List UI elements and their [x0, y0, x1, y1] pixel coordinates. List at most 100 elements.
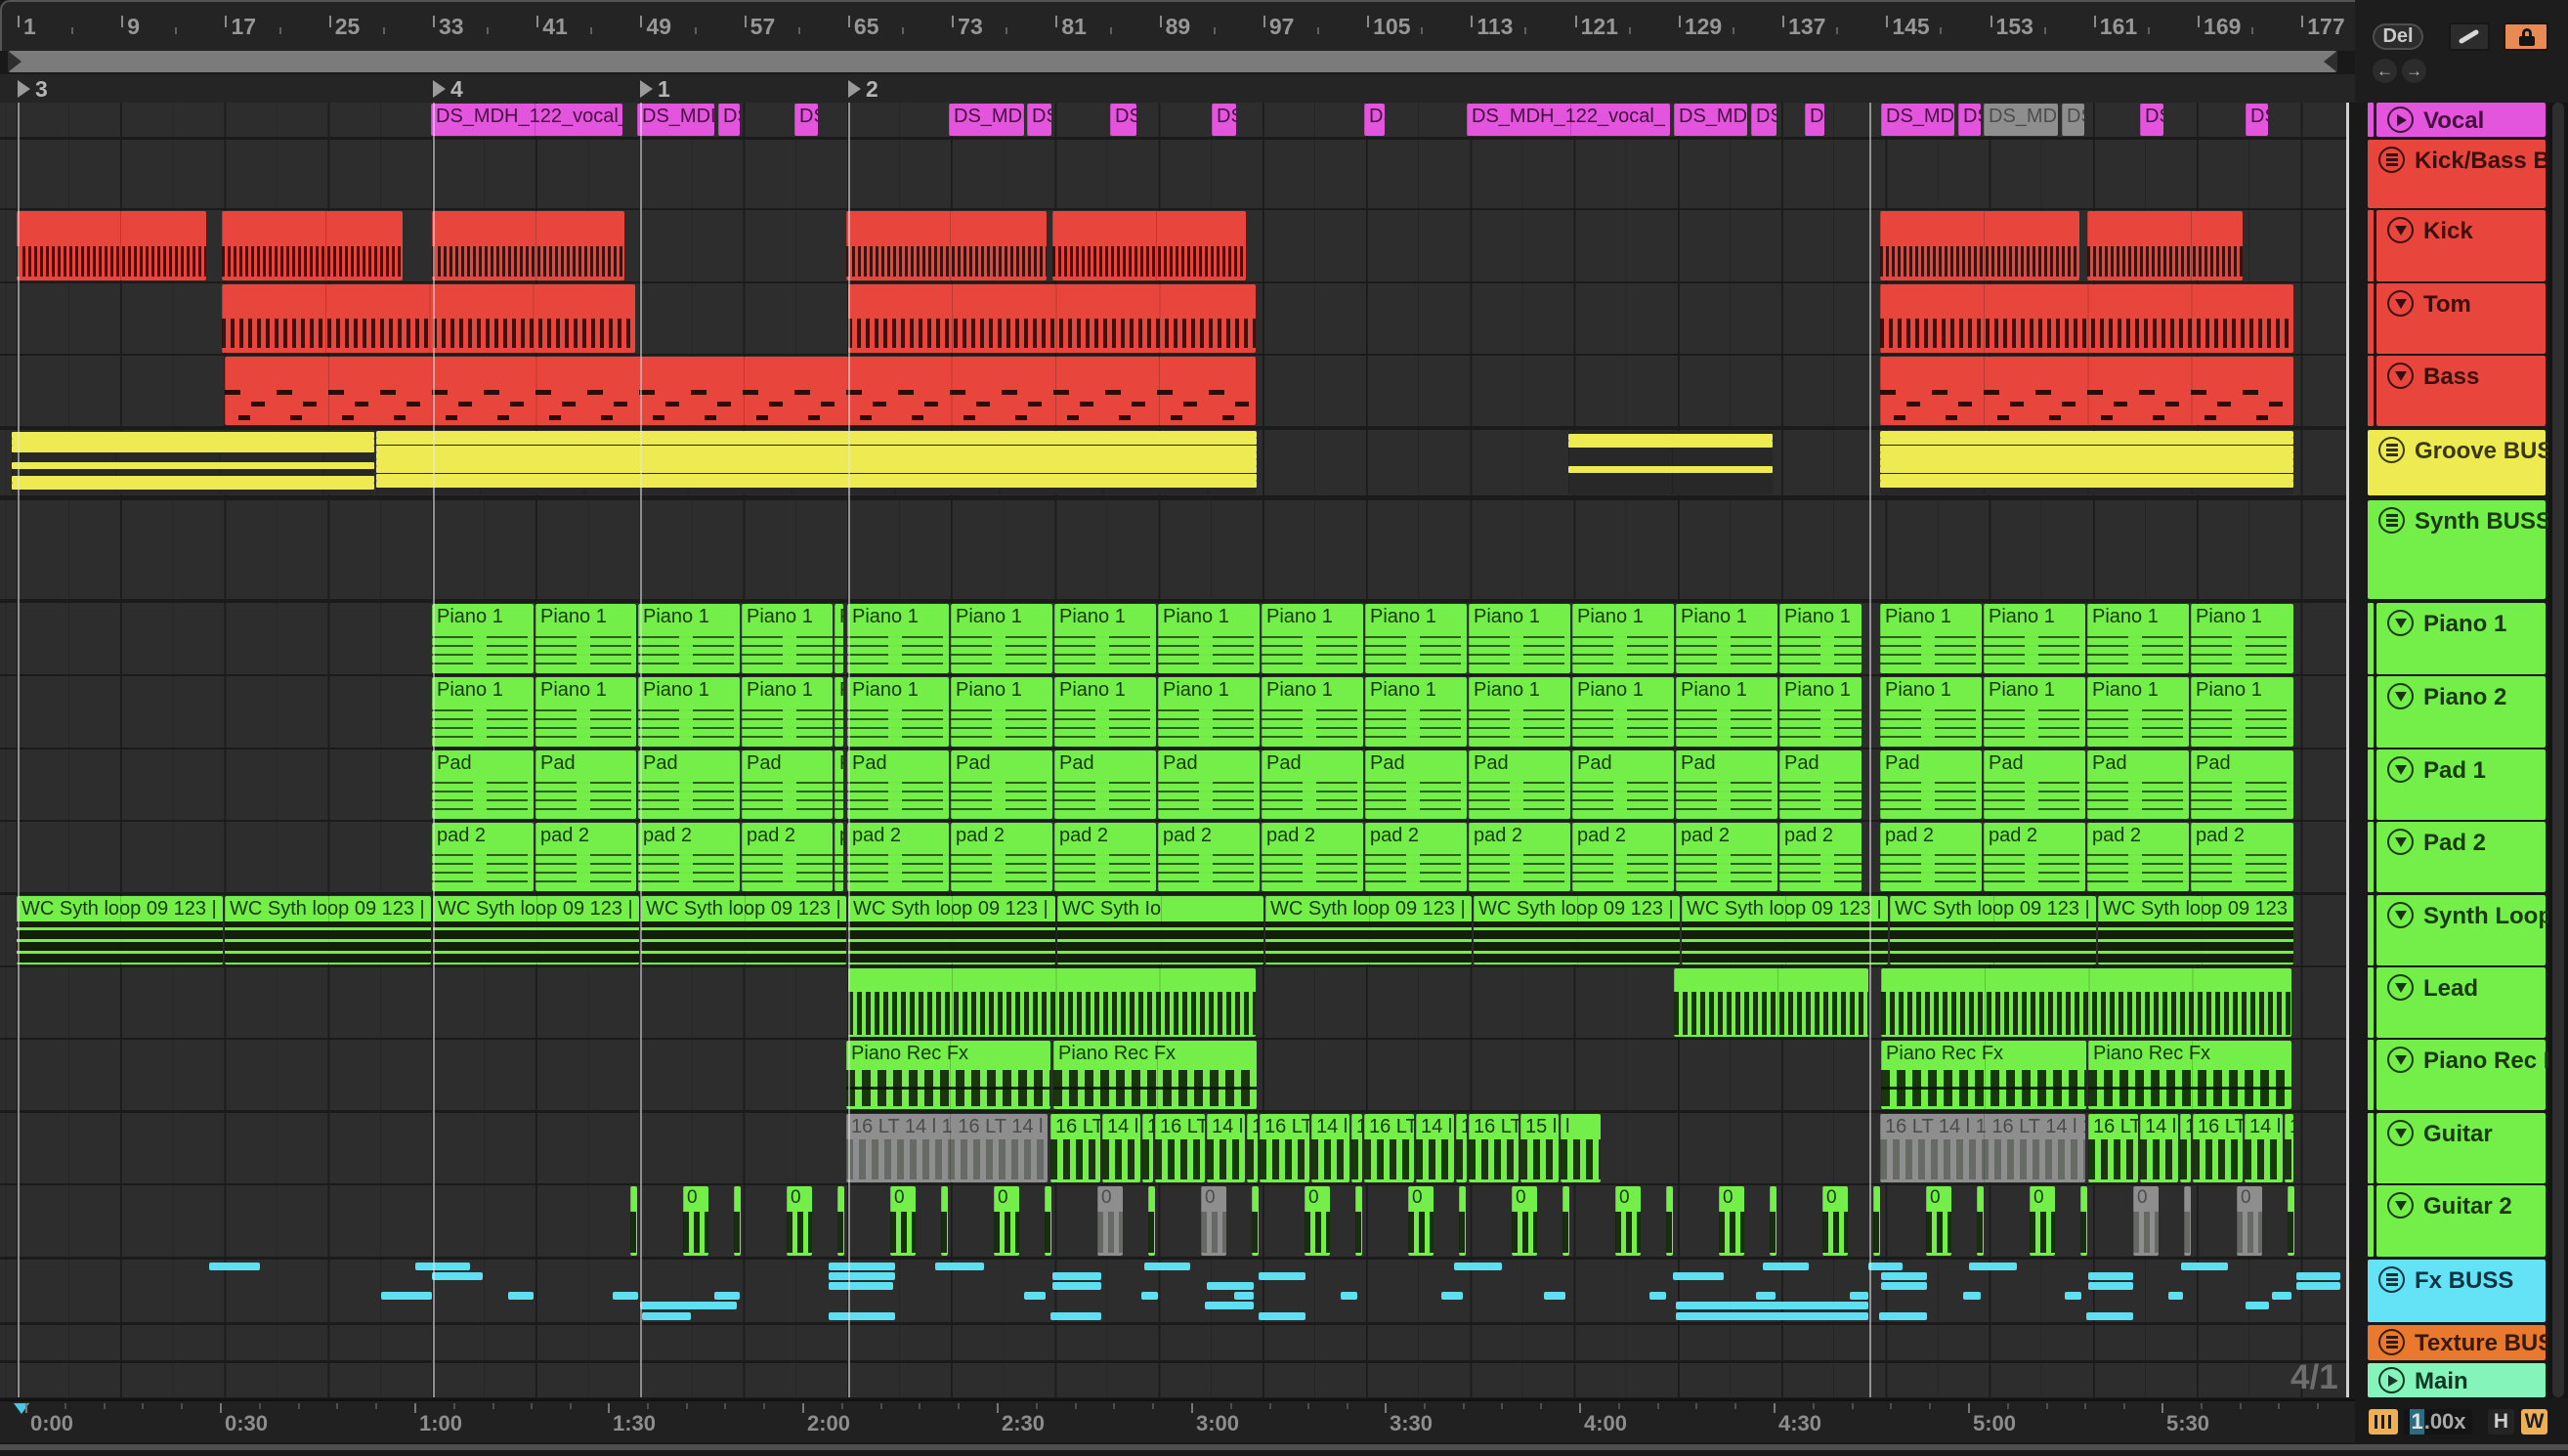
- clip-guitar2[interactable]: 0: [994, 1186, 1019, 1256]
- clip-guitar2[interactable]: [2288, 1186, 2294, 1256]
- nav-forward-button[interactable]: →: [2402, 59, 2426, 83]
- fx-note-bar[interactable]: [1879, 1312, 1927, 1320]
- fold-icon[interactable]: [2387, 756, 2414, 783]
- clip-guitar2[interactable]: [2080, 1186, 2087, 1256]
- clip-guitar2[interactable]: [1562, 1186, 1569, 1256]
- track-header-synthloop[interactable]: Synth Loop 1: [2376, 895, 2568, 965]
- clip-tom[interactable]: [1880, 284, 2293, 353]
- clip-synthloop[interactable]: WC Syth loop 09 123 |: [1265, 896, 1472, 964]
- clip-vocal[interactable]: DS: [1027, 104, 1051, 136]
- fx-note-bar[interactable]: [1881, 1272, 1927, 1280]
- track-row-pad2[interactable]: pad 2 pad 2 pad 2 pad 2 p pad 2 pad 2 pad 2 pad …: [0, 822, 2347, 892]
- clip-piano1[interactable]: Piano 1: [1676, 604, 1777, 673]
- clip-vocal[interactable]: DS_MDI: [1881, 104, 1954, 136]
- clip-tom[interactable]: [848, 284, 1256, 353]
- clip-vocal[interactable]: DS: [2246, 104, 2268, 136]
- clip-piano1[interactable]: Piano 1: [1262, 604, 1363, 673]
- clip-vocal[interactable]: DS: [1958, 104, 1981, 136]
- clip-pad1[interactable]: Pad: [1365, 750, 1467, 819]
- zoom-handle-left-icon[interactable]: [8, 51, 21, 72]
- fold-icon[interactable]: [2387, 217, 2414, 243]
- clip-piano2[interactable]: Piano 1: [847, 677, 949, 747]
- clip-pad2[interactable]: p: [835, 823, 843, 891]
- clip-synthloop[interactable]: WC Syth loop 09 123 |: [2098, 896, 2293, 964]
- fx-note-bar[interactable]: [432, 1272, 483, 1280]
- clip-piano2[interactable]: Piano 1: [742, 677, 833, 747]
- fx-note-bar[interactable]: [2296, 1272, 2340, 1280]
- clip-pad2[interactable]: pad 2: [432, 823, 534, 891]
- clip-guitar2[interactable]: [1459, 1186, 1466, 1256]
- clip-kick[interactable]: [2087, 211, 2243, 280]
- fx-note-bar[interactable]: [829, 1312, 895, 1320]
- locator-row[interactable]: 3 4 1 2: [0, 74, 2355, 105]
- clip-pad2[interactable]: pad 2: [1469, 823, 1570, 891]
- clip-groove-bus[interactable]: [12, 431, 374, 494]
- clip-vocal[interactable]: DS: [1751, 104, 1776, 136]
- clip-guitar[interactable]: 1: [1351, 1114, 1362, 1182]
- track-header-pad1[interactable]: Pad 1: [2376, 749, 2546, 820]
- clip-pad1[interactable]: Pad: [847, 750, 949, 819]
- clip-synthloop[interactable]: WC Syth loop 09 123 |: [1890, 896, 2096, 964]
- nav-back-button[interactable]: ←: [2373, 59, 2397, 83]
- clip-guitar[interactable]: 16 LT: [1364, 1114, 1414, 1182]
- clip-piano2[interactable]: Piano 1: [432, 677, 534, 747]
- clip-pad1[interactable]: Pad: [1262, 750, 1363, 819]
- track-header-kick[interactable]: Kick: [2376, 210, 2546, 281]
- fold-icon[interactable]: [2387, 363, 2414, 389]
- clip-piano1[interactable]: Piano 1: [1779, 604, 1862, 673]
- clip-guitar[interactable]: 16 LT 14 l 1 16 LT 14 l 1: [846, 1114, 1048, 1182]
- lock-button[interactable]: [2504, 22, 2548, 51]
- v-scrollbar-handle[interactable]: [2552, 103, 2564, 1397]
- track-row-kickbass-bus[interactable]: [0, 140, 2347, 208]
- clip-guitar[interactable]: 16 LT: [1155, 1114, 1205, 1182]
- fx-note-bar[interactable]: [1763, 1263, 1809, 1270]
- track-row-pad1[interactable]: Pad Pad Pad Pad P Pad Pad Pad Pad Pad Pad Pad Pad Pad…: [0, 749, 2347, 820]
- track-header-piano1[interactable]: Piano 1: [2376, 603, 2546, 674]
- fx-note-bar[interactable]: [1207, 1282, 1254, 1290]
- clip-synthloop[interactable]: WC Syth loop 09 123 |: [848, 896, 1055, 964]
- clip-lead[interactable]: [848, 968, 1256, 1037]
- clip-guitar[interactable]: 16 LT: [2193, 1114, 2243, 1182]
- clip-pad1[interactable]: Pad: [1880, 750, 1982, 819]
- clip-guitar2[interactable]: 0: [787, 1186, 812, 1256]
- clip-guitar2[interactable]: [941, 1186, 948, 1256]
- clip-pad2[interactable]: pad 2: [1880, 823, 1982, 891]
- track-header-synth-bus[interactable]: Synth BUSS: [2368, 500, 2551, 599]
- clip-guitar2[interactable]: [1252, 1186, 1259, 1256]
- fx-note-bar[interactable]: [1144, 1263, 1190, 1270]
- clip-guitar[interactable]: 16 LT: [1469, 1114, 1519, 1182]
- fx-note-bar[interactable]: [2168, 1292, 2183, 1300]
- track-row-texture-bus[interactable]: [0, 1325, 2347, 1360]
- clip-pad2[interactable]: pad 2: [1572, 823, 1674, 891]
- clip-pad1[interactable]: Pad: [1676, 750, 1777, 819]
- clip-guitar[interactable]: 14 l: [1416, 1114, 1454, 1182]
- play-icon[interactable]: [2387, 107, 2414, 133]
- clip-piano1[interactable]: Piano 1: [1365, 604, 1467, 673]
- clip-bass[interactable]: [1880, 357, 2293, 425]
- clip-pad1[interactable]: Pad: [1158, 750, 1260, 819]
- clip-pad1[interactable]: Pad: [638, 750, 740, 819]
- clip-synthloop[interactable]: WC Syth loop 09 123 |: [1682, 896, 1888, 964]
- track-width-button[interactable]: W: [2521, 1409, 2547, 1435]
- clip-kick[interactable]: [1880, 211, 2079, 280]
- clip-vocal[interactable]: DS_MDI: [637, 104, 714, 136]
- fx-note-bar[interactable]: [714, 1292, 740, 1300]
- fx-note-bar[interactable]: [829, 1263, 895, 1270]
- delete-button[interactable]: Del: [2373, 23, 2423, 50]
- clip-pad1[interactable]: Pad: [1984, 750, 2085, 819]
- fx-note-bar[interactable]: [2088, 1272, 2133, 1280]
- track-row-tom[interactable]: [0, 283, 2347, 354]
- clip-synthloop[interactable]: WC Syth loop 09 123 |: [433, 896, 639, 964]
- track-row-vocal[interactable]: DS_MDH_122_vocal_ DS_MDI DS DS DS_MDI DS DS DS D…: [0, 103, 2347, 137]
- clip-synthloop[interactable]: WC Syth loop 09 123 |: [225, 896, 431, 964]
- zoom-scroll-bar[interactable]: [8, 51, 2337, 72]
- clip-guitar[interactable]: 14 l: [2245, 1114, 2283, 1182]
- fx-note-bar[interactable]: [2272, 1292, 2291, 1300]
- clip-kick[interactable]: [1052, 211, 1246, 280]
- group-icon[interactable]: [2378, 1266, 2405, 1293]
- clip-guitar[interactable]: 14 l: [1311, 1114, 1349, 1182]
- track-row-piano2[interactable]: Piano 1 Piano 1 Piano 1 Piano 1 P Piano 1 Pian…: [0, 676, 2347, 748]
- clip-piano1[interactable]: Piano 1: [847, 604, 949, 673]
- fold-icon[interactable]: [2387, 683, 2414, 709]
- clip-piano1[interactable]: Piano 1: [1880, 604, 1982, 673]
